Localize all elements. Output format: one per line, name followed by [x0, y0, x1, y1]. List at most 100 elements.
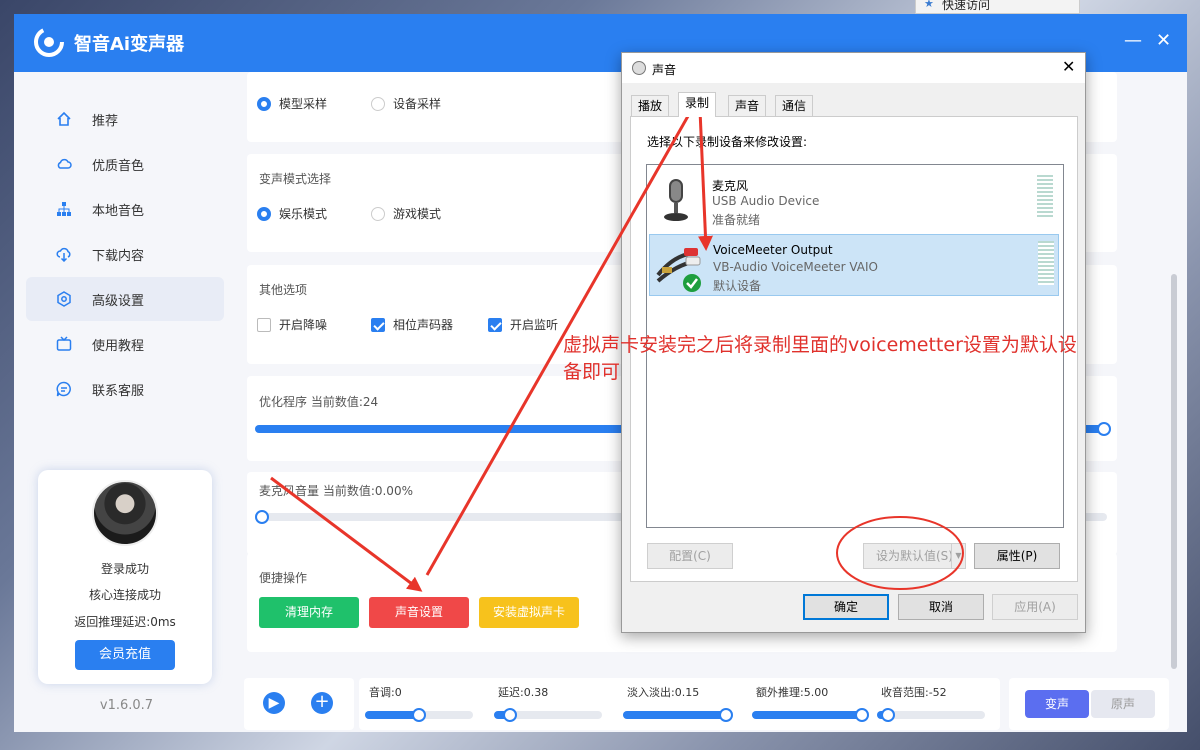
login-status: 登录成功 — [100, 562, 149, 576]
avatar — [92, 480, 158, 546]
device-desc: USB Audio Device — [712, 194, 820, 208]
sidebar-item-label: 联系客服 — [92, 384, 145, 399]
sidebar-item-label: 推荐 — [92, 114, 119, 129]
tab-recording[interactable]: 录制 — [678, 92, 717, 117]
radio-entertainment-mode[interactable]: 娱乐模式 — [257, 205, 327, 222]
sidebar: 推荐 优质音色 本地音色 下载内容 高级设置 使用教程 联系客服 登录成功 核心… — [14, 72, 239, 732]
scrollbar[interactable] — [1171, 274, 1177, 669]
pickup-range-slider[interactable] — [877, 708, 985, 722]
voice-change-button[interactable]: 变声 — [1025, 690, 1089, 718]
clear-memory-button[interactable]: 清理内存 — [259, 597, 359, 628]
radio-label: 游戏模式 — [393, 207, 442, 221]
tab-communications[interactable]: 通信 — [775, 95, 814, 116]
checkbox-label: 相位声码器 — [393, 318, 454, 332]
install-virtual-soundcard-button[interactable]: 安装虚拟声卡 — [479, 597, 579, 628]
slider-thumb[interactable] — [881, 708, 895, 722]
dialog-title: 声音 — [652, 63, 677, 77]
slider-thumb[interactable] — [1097, 422, 1111, 436]
chat-icon — [56, 381, 71, 397]
sidebar-item-label: 优质音色 — [92, 159, 145, 174]
speaker-icon — [632, 61, 646, 75]
pitch-label: 音调:0 — [369, 686, 402, 699]
properties-button[interactable]: 属性(P) — [974, 543, 1060, 569]
star-icon: ★ — [924, 0, 934, 10]
slider-fill — [752, 711, 862, 719]
set-default-label: 设为默认值(S) — [876, 549, 953, 563]
set-default-button[interactable]: 设为默认值(S) ▼ — [863, 543, 966, 569]
apply-button[interactable]: 应用(A) — [992, 594, 1078, 620]
close-button[interactable]: ✕ — [1156, 30, 1171, 51]
tab-playback[interactable]: 播放 — [631, 95, 670, 116]
home-icon — [57, 111, 71, 126]
level-meter — [1038, 241, 1054, 285]
radio-dot — [257, 96, 271, 111]
sidebar-item-label: 下载内容 — [92, 249, 145, 264]
slider-thumb[interactable] — [855, 708, 869, 722]
minimize-button[interactable]: — — [1124, 30, 1142, 51]
checkbox-box — [257, 317, 271, 332]
original-voice-button[interactable]: 原声 — [1091, 690, 1155, 718]
radio-model-sampling[interactable]: 模型采样 — [257, 95, 327, 112]
checkbox-box — [488, 317, 502, 332]
sidebar-item-label: 本地音色 — [92, 204, 145, 219]
crossfade-label: 淡入淡出:0.15 — [627, 686, 700, 699]
quick-access-label[interactable]: 快速访问 — [942, 0, 990, 13]
dialog-close-button[interactable]: ✕ — [1062, 57, 1075, 76]
playback-controls — [244, 678, 354, 730]
device-name: VoiceMeeter Output — [713, 243, 833, 257]
sidebar-item-downloads[interactable]: 下载内容 — [26, 232, 224, 276]
slider-thumb[interactable] — [412, 708, 426, 722]
play-button[interactable]: ▶ — [263, 692, 285, 714]
sitemap-icon — [57, 202, 71, 216]
app-title: 智音Ai变声器 — [74, 34, 185, 55]
radio-game-mode[interactable]: 游戏模式 — [371, 205, 441, 222]
sidebar-item-premium-voices[interactable]: 优质音色 — [26, 142, 224, 186]
sidebar-item-local-voices[interactable]: 本地音色 — [26, 187, 224, 231]
device-desc: VB-Audio VoiceMeeter VAIO — [713, 260, 878, 274]
extra-inference-label: 额外推理:5.00 — [756, 686, 829, 699]
sound-settings-button[interactable]: 声音设置 — [369, 597, 469, 628]
radio-device-sampling[interactable]: 设备采样 — [371, 95, 441, 112]
pitch-slider[interactable] — [365, 708, 473, 722]
background-explorer-window: ★ 快速访问 — [915, 0, 1080, 14]
profile-card: 登录成功 核心连接成功 返回推理延迟:0ms 会员充值 — [38, 470, 212, 684]
sidebar-item-tutorial[interactable]: 使用教程 — [26, 322, 224, 366]
slider-thumb[interactable] — [719, 708, 733, 722]
slider-thumb[interactable] — [255, 510, 269, 524]
checkbox-label: 开启降噪 — [279, 318, 328, 332]
slider-thumb[interactable] — [503, 708, 517, 722]
checkbox-monitoring[interactable]: 开启监听 — [488, 316, 558, 333]
slider-fill — [365, 711, 419, 719]
checkbox-box — [371, 317, 385, 332]
sidebar-item-recommend[interactable]: 推荐 — [26, 97, 224, 141]
delay-slider[interactable] — [494, 708, 602, 722]
extra-inference-slider[interactable] — [752, 708, 869, 722]
latency-status: 返回推理延迟:0ms — [74, 615, 176, 629]
quick-actions-title: 便捷操作 — [259, 571, 308, 585]
version-label: v1.6.0.7 — [99, 698, 154, 713]
checkbox-phase-vocoder[interactable]: 相位声码器 — [371, 316, 453, 333]
radio-label: 设备采样 — [393, 97, 442, 111]
sidebar-item-support[interactable]: 联系客服 — [26, 367, 224, 411]
microphone-icon — [664, 179, 688, 221]
tab-sounds[interactable]: 声音 — [728, 95, 767, 116]
sidebar-item-label: 高级设置 — [92, 294, 145, 309]
device-item-microphone[interactable]: 麦克风 USB Audio Device 准备就绪 — [649, 169, 1059, 231]
vip-recharge-button[interactable]: 会员充值 — [75, 640, 175, 670]
slider-fill — [623, 711, 726, 719]
crossfade-slider[interactable] — [623, 708, 733, 722]
device-name: 麦克风 — [712, 179, 749, 193]
cancel-button[interactable]: 取消 — [898, 594, 984, 620]
sidebar-item-advanced-settings[interactable]: 高级设置 — [26, 277, 224, 321]
ok-button[interactable]: 确定 — [803, 594, 889, 620]
configure-button[interactable]: 配置(C) — [647, 543, 733, 569]
chevron-down-icon[interactable]: ▼ — [951, 544, 965, 568]
core-status: 核心连接成功 — [88, 588, 161, 602]
add-button[interactable]: + — [311, 692, 333, 714]
device-item-voicemeeter-output[interactable]: VoiceMeeter Output VB-Audio VoiceMeeter … — [649, 234, 1059, 296]
cloud-icon — [57, 158, 72, 169]
optimize-label: 优化程序 当前数值:24 — [259, 395, 379, 409]
checkbox-noise-reduction[interactable]: 开启降噪 — [257, 316, 327, 333]
dialog-title-bar: 声音 ✕ — [622, 53, 1085, 83]
instruction-text: 选择以下录制设备来修改设置: — [647, 135, 808, 149]
